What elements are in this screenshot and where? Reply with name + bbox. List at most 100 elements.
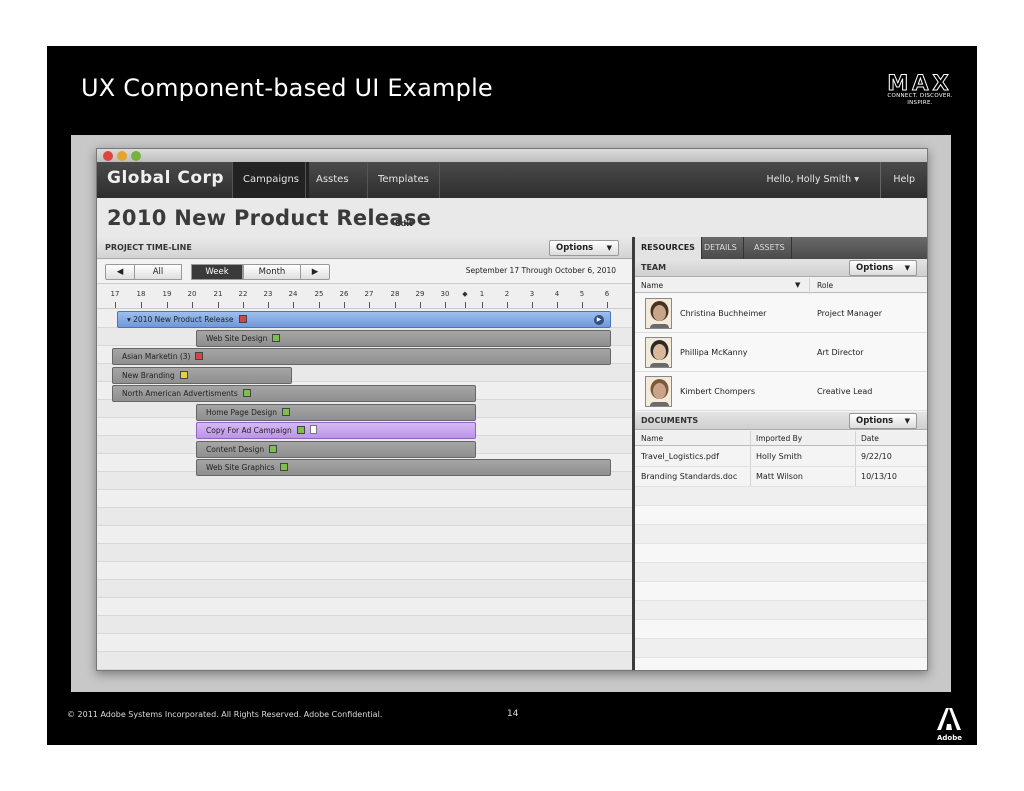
timeline-tick-mark (268, 302, 269, 308)
timeline-header: PROJECT TIME-LINE Options ▼ (97, 237, 632, 259)
task-bar[interactable]: Web Site Design (196, 329, 611, 347)
timeline-tick-label: 28 (390, 290, 400, 298)
team-member-name: Phillipa McKanny (680, 348, 748, 357)
nav-tab-templates[interactable]: Templates (367, 162, 440, 198)
brand-logo[interactable]: Global Corp (107, 168, 224, 188)
task-label: Web Site Graphics (206, 463, 275, 472)
prev-period-button[interactable]: ◀ (105, 264, 135, 280)
help-link[interactable]: Help (880, 162, 927, 198)
team-member-row[interactable]: Phillipa McKanny Art Director (635, 333, 927, 372)
timeline-tick-label: 17 (110, 290, 120, 298)
timeline-toolbar: ◀ All Week Month ▶ September 17 Through … (97, 260, 632, 284)
document-name: Branding Standards.doc (641, 472, 738, 481)
team-options-dropdown[interactable]: Options ▼ (849, 260, 917, 276)
status-indicator (296, 426, 305, 434)
documents-options-dropdown[interactable]: Options ▼ (849, 413, 917, 429)
task-bar[interactable]: Copy For Ad Campaign (196, 422, 476, 439)
timeline-panel: PROJECT TIME-LINE Options ▼ ◀ All Week M… (97, 237, 632, 670)
zoom-window-button[interactable] (131, 151, 141, 161)
timeline-tick-mark (218, 302, 219, 308)
app-header: Global Corp Campaigns Asstes Templates H… (97, 162, 927, 198)
document-icon[interactable] (309, 425, 317, 434)
team-col-name[interactable]: Name (641, 278, 663, 293)
timeline-tick-mark (192, 302, 193, 308)
team-member-role: Creative Lead (817, 387, 873, 396)
tab-assets[interactable]: ASSETS (748, 237, 792, 259)
tab-resources[interactable]: RESOURCES (635, 237, 702, 259)
team-member-row[interactable]: Christina Buchheimer Project Manager (635, 294, 927, 333)
person-icon (650, 379, 669, 406)
timeline-tick-mark (167, 302, 168, 308)
task-bar[interactable]: ▾ 2010 New Product Release ▶ (117, 311, 611, 328)
timeline-row (97, 490, 632, 508)
doc-col-imported-by[interactable]: Imported By (756, 431, 802, 446)
status-indicator (242, 389, 251, 397)
window-chrome (97, 149, 927, 162)
status-indicator (179, 370, 188, 379)
timeline-options-label: Options (556, 243, 594, 253)
view-week-button[interactable]: Week (191, 264, 243, 280)
timeline-tick-mark (319, 302, 320, 308)
person-icon (650, 301, 669, 328)
empty-document-row (635, 620, 927, 639)
task-bar[interactable]: Web Site Graphics (196, 459, 611, 476)
team-options-label: Options (856, 263, 894, 273)
tab-details[interactable]: DETAILS (698, 237, 744, 259)
task-label: Home Page Design (206, 407, 277, 417)
task-bar[interactable]: Home Page Design (196, 403, 476, 421)
timeline-tick-label: 18 (136, 290, 146, 298)
view-all-button[interactable]: All (134, 264, 182, 280)
doc-col-date[interactable]: Date (861, 431, 879, 446)
timeline-row (97, 598, 632, 616)
timeline-rows: ▾ 2010 New Product Release ▶ Web Site Desi… (97, 310, 632, 670)
adobe-logo-mark (937, 708, 961, 730)
details-tabs: RESOURCES DETAILS ASSETS (635, 237, 927, 259)
chevron-down-icon: ▼ (904, 417, 910, 425)
adobe-logo: Adobe (937, 708, 962, 742)
document-row[interactable]: Branding Standards.doc Matt Wilson 10/13/1… (635, 467, 927, 487)
team-column-header: Name ▼ Role (635, 278, 927, 293)
document-row[interactable]: Travel_Logistics.pdf Holly Smith 9/22/10 (635, 447, 927, 467)
edit-link[interactable]: Edit (395, 219, 413, 228)
task-label: New Branding (122, 370, 175, 380)
doc-col-name[interactable]: Name (641, 431, 663, 446)
timeline-row (97, 634, 632, 652)
view-month-button[interactable]: Month (243, 264, 301, 280)
expand-arrow-icon[interactable]: ▶ (594, 315, 604, 325)
timeline-tick-mark (607, 302, 608, 308)
nav-tab-campaigns[interactable]: Campaigns (232, 162, 310, 198)
user-menu[interactable]: Hello, Holly Smith ▾ (767, 162, 869, 198)
team-member-row[interactable]: Kimbert Chompers Creative Lead (635, 372, 927, 411)
minimize-window-button[interactable] (117, 151, 127, 161)
status-indicator (281, 407, 290, 416)
timeline-tick-label: 24 (288, 290, 298, 298)
team-member-role: Project Manager (817, 309, 882, 318)
empty-document-row (635, 525, 927, 544)
status-indicator (279, 463, 288, 471)
team-col-role[interactable]: Role (817, 278, 833, 293)
timeline-tick-label: 26 (339, 290, 349, 298)
task-bar[interactable]: New Branding (112, 366, 292, 384)
timeline-tick-label: 2 (504, 290, 510, 298)
timeline-tick-mark (420, 302, 421, 308)
screenshot-frame: Global Corp Campaigns Asstes Templates H… (71, 135, 951, 692)
timeline-tick-mark (293, 302, 294, 308)
avatar (645, 337, 672, 368)
task-bar[interactable]: Content Design (196, 440, 476, 458)
status-indicator (238, 315, 247, 323)
empty-document-row (635, 544, 927, 563)
documents-column-header: Name Imported By Date (635, 431, 927, 446)
task-bar[interactable]: North American Advertisments (112, 385, 476, 402)
sort-chevron-icon[interactable]: ▼ (795, 278, 800, 293)
timeline-row (97, 616, 632, 634)
close-window-button[interactable] (103, 151, 113, 161)
task-label: Web Site Design (206, 333, 268, 343)
timeline-options-dropdown[interactable]: Options ▼ (549, 240, 619, 256)
task-label: Asian Marketin (3) (122, 352, 191, 361)
task-bar[interactable]: Asian Marketin (3) (112, 348, 611, 365)
timeline-tick-mark (344, 302, 345, 308)
timeline-tick-label: 19 (162, 290, 172, 298)
next-period-button[interactable]: ▶ (300, 264, 330, 280)
timeline-tick-label: 3 (529, 290, 535, 298)
nav-tab-assets[interactable]: Asstes (305, 162, 359, 198)
